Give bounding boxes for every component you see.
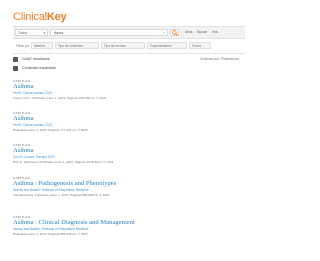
clear-search-icon[interactable]: × (163, 30, 165, 36)
filter-label: Filtrar por (13, 42, 30, 49)
logo-prefix: Clinical (13, 11, 47, 23)
expand-label: Contenido expandido (22, 66, 56, 70)
result-meta: Publicado enero 1, 2022. Páginas 886-905… (13, 232, 88, 236)
filter-content-type[interactable]: Tipo de contenido (55, 42, 99, 49)
expand-row: Contenido expandido (13, 65, 245, 72)
select-all-checkbox[interactable] (13, 57, 18, 62)
result-title-link[interactable]: Asthma : Clinical Diagnosis and Manageme… (13, 219, 245, 227)
result-title-link[interactable]: Asthma (13, 147, 245, 155)
result-meta: Fred F. Ferri. Publicado enero 1, 2024. … (13, 96, 107, 100)
sort-select[interactable]: Ordenar por: Relevancia (200, 56, 239, 63)
search-icon (172, 30, 178, 36)
result-meta: Publicado enero 1, 2023. Páginas 177-181… (13, 128, 88, 132)
filter-date[interactable]: Fecha (189, 42, 211, 49)
divider (13, 53, 245, 54)
results-toolbar: 24487 resultados Ordenar por: Relevancia (13, 56, 245, 63)
result-title-link[interactable]: Asthma (13, 83, 245, 91)
search-bar: Todos ▼ Asma × Atrás Buscar Imá (13, 26, 245, 39)
search-link-back[interactable]: Atrás (185, 30, 192, 34)
result-item: CAPÍTULO Asthma : Clinical Diagnosis and… (13, 215, 245, 237)
result-item: CAPÍTULO Asthma : Pathogenesis and Pheno… (13, 176, 245, 198)
filter-specialties[interactable]: Especialidades (147, 42, 187, 49)
result-meta: Vaishali Moitra. Publicado enero 1, 2022… (13, 193, 110, 197)
search-scope-select[interactable]: Todos ▼ (15, 29, 48, 36)
search-query: Asma (54, 31, 64, 35)
filter-bar: Filtrar por Medline Tipo de contenido Ti… (13, 42, 245, 50)
expand-checkbox[interactable] (13, 66, 18, 71)
search-links: Atrás Buscar Imá (185, 29, 221, 36)
results-count: 24487 resultados (22, 57, 50, 61)
filter-medline[interactable]: Medline (31, 42, 53, 49)
search-link-images[interactable]: Imá (212, 30, 217, 34)
search-link-search[interactable]: Buscar (197, 30, 207, 34)
result-title-link[interactable]: Asthma : Pathogenesis and Phenotypes (13, 180, 245, 188)
search-results-page: ClinicalKey Todos ▼ Asma × Atrás Buscar … (0, 0, 247, 261)
chevron-down-icon: ▼ (43, 31, 46, 35)
result-item: CAPÍTULO Asthma Ferri's Clinical Advisor… (13, 79, 245, 101)
filter-resource-type[interactable]: Tipo de recurso (101, 42, 145, 49)
result-meta: Rick D. Kellerman. Publicado enero 1, 20… (13, 160, 114, 164)
logo-suffix: Key (46, 11, 67, 23)
result-item: CAPÍTULO Asthma Conn's Current Therapy 2… (13, 143, 245, 165)
search-scope-value: Todos (18, 31, 28, 35)
search-button[interactable] (170, 29, 179, 36)
result-item: CAPÍTULO Asthma Ferri's Clinical Advisor… (13, 111, 245, 133)
clinicalkey-logo[interactable]: ClinicalKey (13, 11, 67, 23)
result-title-link[interactable]: Asthma (13, 115, 245, 123)
search-input[interactable]: Asma × (50, 29, 168, 36)
